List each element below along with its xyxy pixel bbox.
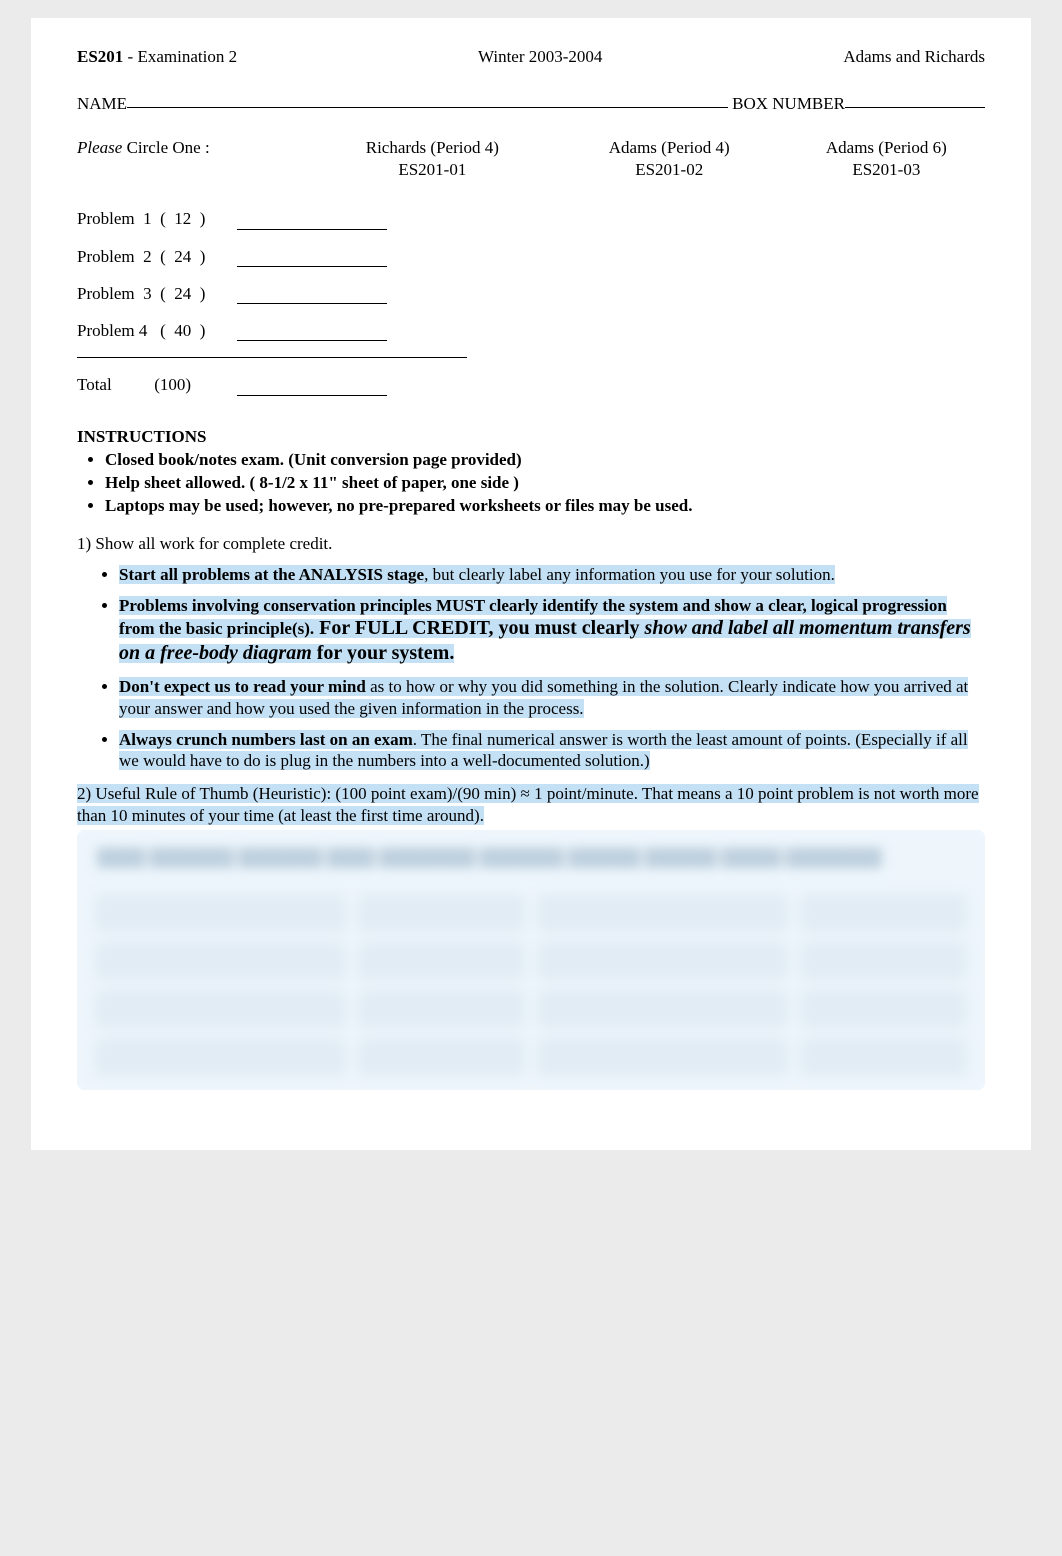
bullet-analysis-stage: Start all problems at the ANALYSIS stage… [119,564,985,585]
total-row: Total (100) [77,374,985,395]
total-blank[interactable] [237,381,387,396]
problem-3-blank[interactable] [237,289,387,304]
problem-2-blank[interactable] [237,252,387,267]
exam-cover-page: ES201 - Examination 2 Winter 2003-2004 A… [31,18,1031,1150]
section-choice-row: Please Circle One : Richards (Period 4) … [77,137,985,183]
header-center: Winter 2003-2004 [478,46,602,67]
bullet-crunch-numbers: Always crunch numbers last on an exam. T… [119,729,985,772]
show-all-work-lead: 1) Show all work for complete credit. [77,533,985,554]
name-label: NAME [77,93,127,114]
instruction-help-sheet: Help sheet allowed. ( 8-1/2 x 11" sheet … [105,472,985,493]
problem-2-row: Problem 2 ( 24 ) [77,246,985,267]
section-option-adams-p4[interactable]: Adams (Period 4) ES201-02 [551,137,788,183]
total-label: Total (100) [77,374,237,395]
score-separator [77,357,467,358]
obscured-content-region: ████ ███████ ███████ ████ ████████ █████… [77,830,985,1090]
boxnumber-blank[interactable] [845,93,985,108]
obscured-text: ████ ███████ ███████ ████ ████████ █████… [97,844,965,871]
instructions-heading: INSTRUCTIONS [77,426,985,447]
section-option-adams-p6[interactable]: Adams (Period 6) ES201-03 [788,137,985,183]
instruction-closed-book: Closed book/notes exam. (Unit conversion… [105,449,985,470]
name-blank[interactable] [127,93,728,108]
header-right: Adams and Richards [843,46,985,67]
header-left: ES201 - Examination 2 [77,46,237,67]
name-boxnumber-line: NAME BOX NUMBER [77,93,985,114]
bullet-conservation-principles: Problems involving conservation principl… [119,595,985,666]
problem-1-blank[interactable] [237,215,387,230]
obscured-table [95,894,967,1076]
instructions-list: Closed book/notes exam. (Unit conversion… [77,449,985,517]
show-work-list: Start all problems at the ANALYSIS stage… [77,564,985,772]
problem-4-blank[interactable] [237,326,387,341]
rule-of-thumb: 2) Useful Rule of Thumb (Heuristic): (10… [77,783,985,826]
boxnumber-label: BOX NUMBER [732,93,845,114]
problem-1-label: Problem 1 ( 12 ) [77,208,237,229]
problem-3-row: Problem 3 ( 24 ) [77,283,985,304]
bullet-read-your-mind: Don't expect us to read your mind as to … [119,676,985,719]
running-header: ES201 - Examination 2 Winter 2003-2004 A… [77,46,985,67]
problem-4-label: Problem 4 ( 40 ) [77,320,237,341]
problem-1-row: Problem 1 ( 12 ) [77,208,985,229]
problem-3-label: Problem 3 ( 24 ) [77,283,237,304]
problem-2-label: Problem 2 ( 24 ) [77,246,237,267]
score-lines: Problem 1 ( 12 ) Problem 2 ( 24 ) Proble… [77,208,985,395]
circle-one-label: Please Circle One : [77,137,314,183]
instruction-laptops: Laptops may be used; however, no pre-pre… [105,495,985,516]
section-option-richards[interactable]: Richards (Period 4) ES201-01 [314,137,551,183]
problem-4-row: Problem 4 ( 40 ) [77,320,985,341]
